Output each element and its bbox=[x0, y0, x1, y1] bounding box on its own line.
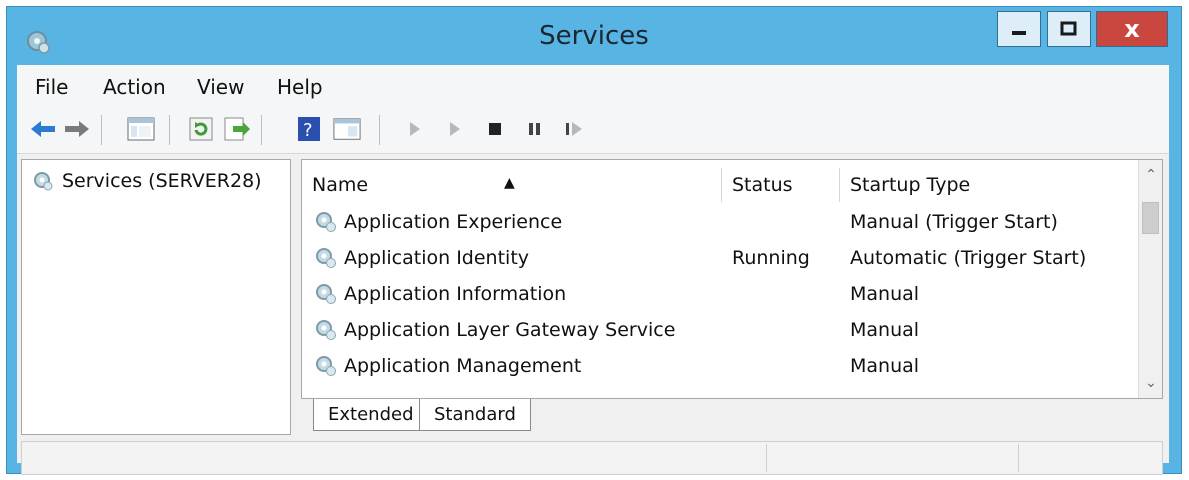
toolbar-separator bbox=[101, 115, 102, 145]
service-startup-type: Manual bbox=[850, 283, 920, 305]
status-divider bbox=[1018, 444, 1019, 472]
service-startup-type: Manual (Trigger Start) bbox=[850, 211, 1058, 233]
start-service-alt-icon bbox=[450, 122, 460, 136]
resume-service-button[interactable] bbox=[561, 115, 589, 143]
service-gear-icon bbox=[316, 248, 336, 268]
service-gear-icon bbox=[316, 212, 336, 232]
export-list-icon bbox=[224, 117, 250, 141]
forward-button[interactable] bbox=[63, 115, 91, 143]
sort-ascending-icon: ▲ bbox=[504, 175, 515, 191]
toolbar-separator bbox=[379, 115, 380, 145]
minimize-button[interactable] bbox=[997, 11, 1041, 47]
status-bar bbox=[21, 441, 1163, 475]
pause-service-button[interactable] bbox=[521, 115, 549, 143]
table-row[interactable]: Application Information Manual bbox=[302, 276, 1138, 312]
pause-service-icon bbox=[529, 123, 540, 135]
tab-standard[interactable]: Standard bbox=[419, 399, 531, 431]
minimize-icon bbox=[1012, 31, 1026, 35]
menu-file[interactable]: File bbox=[35, 75, 68, 99]
properties-icon bbox=[333, 118, 361, 140]
close-icon: x bbox=[1124, 15, 1140, 43]
toolbar-separator bbox=[261, 115, 262, 145]
service-name: Application Management bbox=[344, 355, 582, 377]
refresh-icon bbox=[189, 117, 213, 141]
service-startup-type: Automatic (Trigger Start) bbox=[850, 247, 1087, 269]
title-bar[interactable]: Services x bbox=[7, 7, 1181, 65]
table-row[interactable]: Application Management Manual bbox=[302, 348, 1138, 384]
refresh-button[interactable] bbox=[187, 115, 215, 143]
vertical-scrollbar[interactable]: ⌃ ⌄ bbox=[1138, 160, 1162, 398]
toolbar: ? bbox=[17, 105, 1169, 154]
resume-service-icon bbox=[566, 122, 582, 136]
table-row[interactable]: Application Experience Manual (Trigger S… bbox=[302, 204, 1138, 240]
scroll-down-icon[interactable]: ⌄ bbox=[1139, 372, 1162, 394]
back-icon bbox=[31, 121, 55, 137]
back-button[interactable] bbox=[29, 115, 57, 143]
services-window: Services x File Action View Help ? Servi… bbox=[6, 6, 1182, 475]
close-button[interactable]: x bbox=[1096, 11, 1168, 47]
service-startup-type: Manual bbox=[850, 319, 920, 341]
column-header-startup-type[interactable]: Startup Type bbox=[840, 168, 1142, 202]
show-hide-console-tree-button[interactable] bbox=[127, 115, 155, 143]
service-name: Application Information bbox=[344, 283, 567, 305]
service-name: Application Identity bbox=[344, 247, 530, 269]
start-service-alt-button[interactable] bbox=[441, 115, 469, 143]
toolbar-separator bbox=[169, 115, 170, 145]
help-icon: ? bbox=[298, 117, 320, 141]
stop-service-icon bbox=[489, 123, 501, 135]
table-row[interactable]: Application Layer Gateway Service Manual bbox=[302, 312, 1138, 348]
tab-extended[interactable]: Extended bbox=[313, 399, 429, 431]
client-area: File Action View Help ? Services (SERVER… bbox=[17, 65, 1169, 475]
stop-service-button[interactable] bbox=[481, 115, 509, 143]
services-icon bbox=[34, 172, 53, 191]
service-gear-icon bbox=[316, 284, 336, 304]
export-list-button[interactable] bbox=[223, 115, 251, 143]
forward-icon bbox=[65, 121, 89, 137]
status-divider bbox=[766, 444, 767, 472]
column-header-status[interactable]: Status bbox=[722, 168, 840, 202]
console-tree-pane: Services (SERVER28) bbox=[21, 159, 291, 435]
help-button[interactable]: ? bbox=[295, 115, 323, 143]
services-list-pane: Name ▲ Status Startup Type Application E… bbox=[301, 159, 1163, 399]
scroll-up-icon[interactable]: ⌃ bbox=[1139, 164, 1162, 186]
menu-bar: File Action View Help bbox=[17, 65, 1169, 105]
service-gear-icon bbox=[316, 320, 336, 340]
service-name: Application Experience bbox=[344, 211, 563, 233]
menu-action[interactable]: Action bbox=[103, 75, 166, 99]
service-gear-icon bbox=[316, 356, 336, 376]
show-hide-console-tree-icon bbox=[127, 117, 155, 141]
svg-text:?: ? bbox=[303, 120, 313, 141]
view-tabs: Extended Standard bbox=[301, 399, 1163, 433]
start-service-button[interactable] bbox=[401, 115, 429, 143]
table-row[interactable]: Application Identity Running Automatic (… bbox=[302, 240, 1138, 276]
column-header-name[interactable]: Name ▲ bbox=[302, 168, 722, 202]
maximize-icon bbox=[1060, 21, 1077, 36]
tree-item-label: Services (SERVER28) bbox=[62, 170, 262, 192]
tree-item-services[interactable]: Services (SERVER28) bbox=[32, 170, 262, 192]
maximize-button[interactable] bbox=[1047, 11, 1091, 47]
menu-view[interactable]: View bbox=[197, 75, 244, 99]
scroll-thumb[interactable] bbox=[1142, 202, 1159, 234]
service-name: Application Layer Gateway Service bbox=[344, 319, 676, 341]
service-status: Running bbox=[732, 247, 810, 269]
menu-help[interactable]: Help bbox=[277, 75, 323, 99]
start-service-icon bbox=[410, 122, 420, 136]
service-startup-type: Manual bbox=[850, 355, 920, 377]
column-header-row: Name ▲ Status Startup Type bbox=[302, 168, 1138, 202]
properties-button[interactable] bbox=[333, 115, 361, 143]
